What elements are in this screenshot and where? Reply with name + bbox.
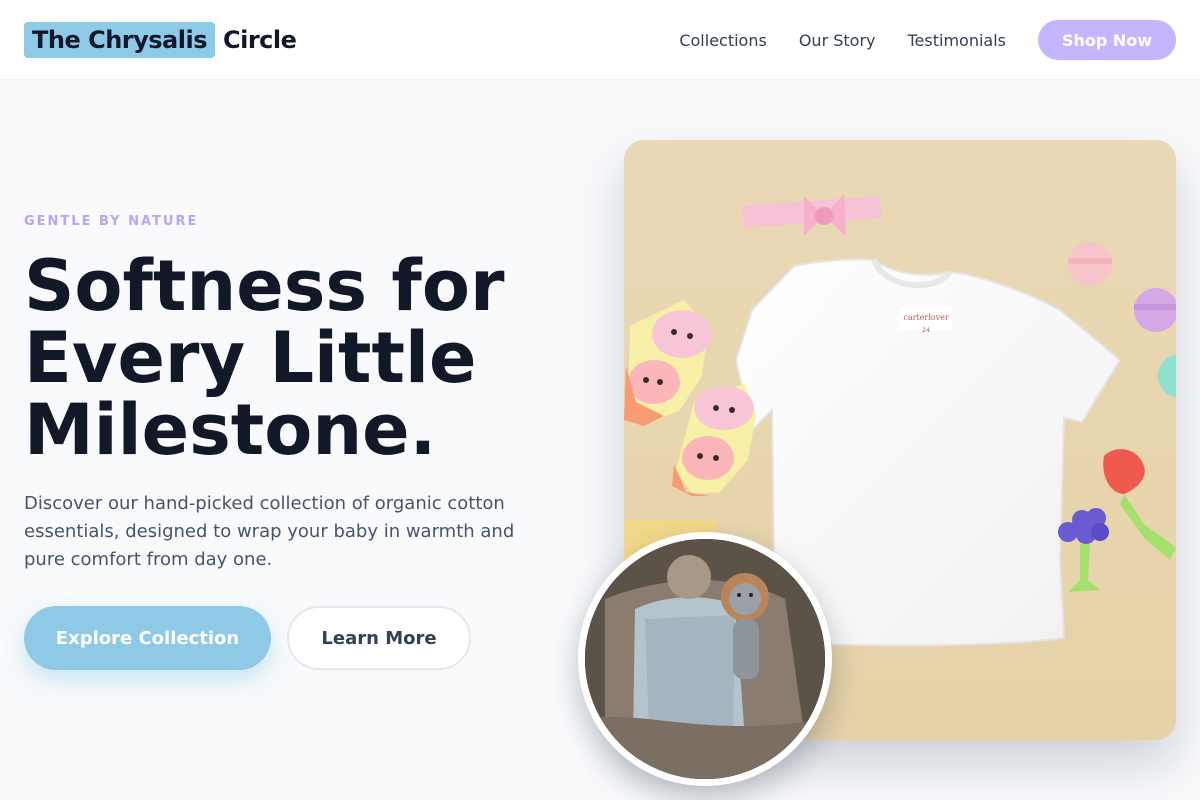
headline-line-2: Every Little: [24, 317, 477, 399]
hero-cta-group: Explore Collection Learn More: [24, 606, 471, 670]
learn-more-button[interactable]: Learn More: [287, 606, 471, 670]
inset-image-frame: [578, 532, 832, 786]
shop-now-button[interactable]: Shop Now: [1038, 20, 1176, 60]
headline-line-1: Softness for: [24, 245, 505, 327]
nav-link-testimonials[interactable]: Testimonials: [908, 31, 1007, 50]
newborn-outfit-icon: [585, 539, 825, 779]
brand-logo-text: Circle: [223, 26, 297, 54]
headline-line-3: Milestone.: [24, 389, 437, 471]
nav-link-our-story[interactable]: Our Story: [799, 31, 876, 50]
nav-link-collections[interactable]: Collections: [679, 31, 766, 50]
nav-links: Collections Our Story Testimonials Shop …: [679, 20, 1176, 60]
newborn-outfit-photo: [585, 539, 825, 779]
brand-logo[interactable]: The Chrysalis Circle: [24, 22, 297, 58]
hero-eyebrow: GENTLE BY NATURE: [24, 214, 199, 229]
brand-logo-highlight: The Chrysalis: [24, 22, 215, 58]
explore-collection-button[interactable]: Explore Collection: [24, 606, 271, 670]
shirt-tag-brand: carterlover: [903, 313, 948, 322]
hero-description: Discover our hand-picked collection of o…: [24, 493, 515, 570]
hero-headline: Softness for Every Little Milestone.: [24, 250, 584, 466]
top-navigation: The Chrysalis Circle Collections Our Sto…: [0, 0, 1200, 80]
shirt-tag-size: 24: [922, 327, 930, 334]
